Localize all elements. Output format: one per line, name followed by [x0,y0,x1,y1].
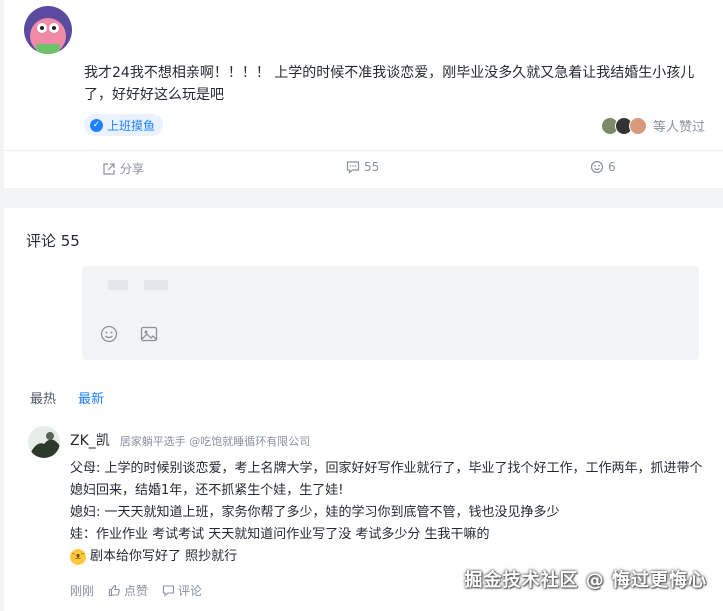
input-placeholder-block [144,280,168,290]
liker-avatar [628,116,647,135]
liked-by[interactable]: 等人赞过 [600,116,705,135]
comment-line: 娃：作业作业 考试考试 天天就知道问作业写了没 考试多少分 生我干嘛的 [70,527,490,542]
share-icon [103,162,115,175]
comment-reply-label: 评论 [178,584,203,598]
watermark: 掘金技术社区 @ 悔过更悔心 [464,570,707,591]
commenter-name[interactable]: ZK_凯 [70,430,110,450]
post-content: 我才24我不想相亲啊！！！！ 上学的时候不准我谈恋爱，刚毕业没多久就又急着让我结… [84,65,695,103]
comment-input[interactable] [82,266,699,360]
like-button[interactable]: 6 [590,160,616,174]
emoji-icon[interactable] [100,325,118,343]
commenter-avatar[interactable] [28,426,60,458]
sort-hot-tab[interactable]: 最热 [30,388,56,407]
topic-tag-label: 上班摸鱼 [107,118,156,133]
comment-section: 评论 55 最热 最新 ZK_凯 居家躺平选手 @吃饱就睡循环有限公司 父母: … [4,208,723,611]
commenter-bio: 居家躺平选手 @吃饱就睡循环有限公司 [119,435,311,448]
divider [4,150,723,151]
comment-icon [346,161,360,174]
share-button[interactable]: 分享 [102,160,144,177]
comment-button[interactable]: 55 [346,160,379,174]
sort-new-tab[interactable]: 最新 [78,388,104,407]
comment-count: 55 [364,160,380,174]
comment-line: ᵔᴥᵔ 剧本给你写好了 照抄就行 [70,546,710,568]
comment-line: 父母: 上学的时候别谈恋爱，考上名牌大学，回家好好写作业就行了，毕业了找个好工作… [70,461,703,498]
image-icon[interactable] [140,325,158,343]
comment-like-button[interactable]: 点赞 [108,582,148,599]
smile-emoji-icon: ᵔᴥᵔ [70,549,86,565]
commenter-info: ZK_凯 居家躺平选手 @吃饱就睡循环有限公司 [70,430,310,450]
comment-content: 父母: 上学的时候别谈恋爱，考上名牌大学，回家好好写作业就行了，毕业了找个好工作… [70,458,710,568]
share-label: 分享 [120,162,145,176]
comment-reply-button[interactable]: 评论 [162,582,202,599]
comment-footer: 刚刚 点赞 评论 [70,582,216,599]
like-icon [590,160,604,174]
topic-tag[interactable]: ✓ 上班摸鱼 [84,114,164,136]
comment-line: 媳妇: 一天天就知道上班，家务你帮了多少，娃的学习你到底管不管，钱也没见挣多少 [70,505,560,520]
author-avatar[interactable] [24,6,72,54]
comment-section-title: 评论 55 [26,232,80,250]
post-card: 我才24我不想相亲啊！！！！ 上学的时候不准我谈恋爱，刚毕业没多久就又急着让我结… [4,0,723,188]
thumbs-up-icon [108,584,120,597]
comment-icon [162,585,175,597]
input-placeholder-block [108,280,128,290]
comment-line-text: 剧本给你写好了 照抄就行 [90,549,238,564]
comment-like-label: 点赞 [124,584,149,598]
topic-icon: ✓ [90,118,103,132]
comment-time: 刚刚 [70,584,95,598]
liked-by-label: 等人赞过 [652,120,705,135]
like-count: 6 [608,160,616,174]
